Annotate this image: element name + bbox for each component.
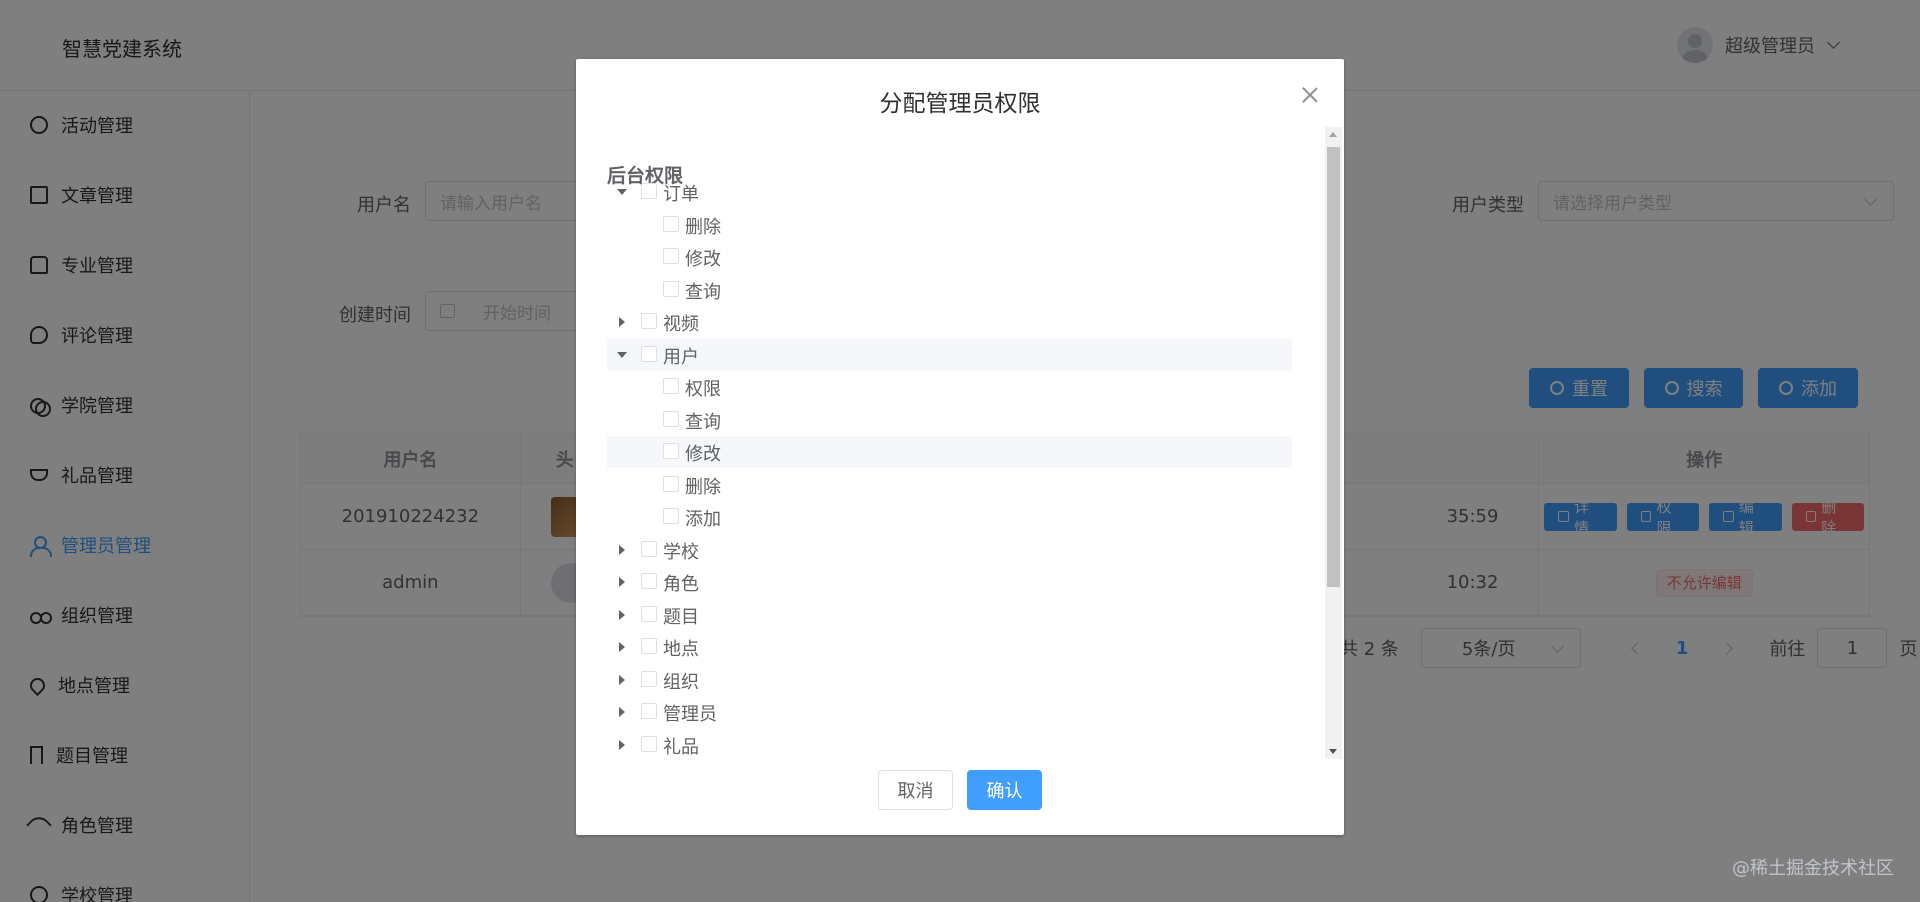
tree-checkbox[interactable] bbox=[641, 541, 657, 557]
tree-node-label: 删除 bbox=[685, 217, 721, 238]
tree-node[interactable]: 订单 bbox=[607, 176, 1292, 208]
tree-node[interactable]: 用户 bbox=[607, 339, 1292, 371]
scroll-up-icon[interactable] bbox=[1329, 132, 1337, 137]
tree-node-label: 题目 bbox=[663, 607, 699, 628]
tree-node[interactable]: 角色 bbox=[607, 566, 1292, 598]
caret-right-icon[interactable] bbox=[619, 675, 625, 685]
tree-node-label: 查询 bbox=[685, 412, 721, 433]
tree-node-label: 地点 bbox=[663, 639, 699, 660]
tree-checkbox[interactable] bbox=[663, 281, 679, 297]
tree-node[interactable]: 查询 bbox=[607, 274, 1292, 306]
tree-node-label: 视频 bbox=[663, 314, 699, 335]
tree-node-label: 管理员 bbox=[663, 704, 717, 725]
tree-node-label: 用户 bbox=[663, 347, 699, 368]
tree-checkbox[interactable] bbox=[663, 411, 679, 427]
tree-node[interactable]: 添加 bbox=[607, 501, 1292, 533]
caret-down-icon[interactable] bbox=[617, 189, 627, 195]
tree-checkbox[interactable] bbox=[663, 476, 679, 492]
tree-checkbox[interactable] bbox=[641, 736, 657, 752]
tree-node[interactable]: 视频 bbox=[607, 306, 1292, 338]
tree-node-label: 礼品 bbox=[663, 737, 699, 758]
tree-checkbox[interactable] bbox=[663, 248, 679, 264]
tree-checkbox[interactable] bbox=[663, 216, 679, 232]
tree-checkbox[interactable] bbox=[641, 671, 657, 687]
tree-node-label: 查询 bbox=[685, 282, 721, 303]
tree-checkbox[interactable] bbox=[663, 443, 679, 459]
tree-node-label: 组织 bbox=[663, 672, 699, 693]
tree-node-label: 权限 bbox=[685, 379, 721, 400]
caret-right-icon[interactable] bbox=[619, 707, 625, 717]
tree-checkbox[interactable] bbox=[641, 573, 657, 589]
tree-node[interactable]: 删除 bbox=[607, 209, 1292, 241]
tree-checkbox[interactable] bbox=[641, 638, 657, 654]
caret-right-icon[interactable] bbox=[619, 740, 625, 750]
watermark: @稀土掘金技术社区 bbox=[1732, 858, 1894, 879]
caret-right-icon[interactable] bbox=[619, 577, 625, 587]
tree-node[interactable]: 礼品 bbox=[607, 729, 1292, 759]
tree-node[interactable]: 学校 bbox=[607, 534, 1292, 566]
tree-node-label: 角色 bbox=[663, 574, 699, 595]
tree-checkbox[interactable] bbox=[641, 703, 657, 719]
tree-node-label: 添加 bbox=[685, 509, 721, 530]
caret-right-icon[interactable] bbox=[619, 642, 625, 652]
tree-node[interactable]: 组织 bbox=[607, 664, 1292, 696]
dialog-title: 分配管理员权限 bbox=[879, 91, 1041, 117]
scrollbar-thumb[interactable] bbox=[1327, 147, 1340, 587]
scrollbar[interactable] bbox=[1325, 127, 1342, 759]
caret-right-icon[interactable] bbox=[619, 545, 625, 555]
tree-node[interactable]: 修改 bbox=[607, 436, 1292, 468]
tree-checkbox[interactable] bbox=[641, 606, 657, 622]
tree-checkbox[interactable] bbox=[641, 313, 657, 329]
caret-down-icon[interactable] bbox=[617, 352, 627, 358]
confirm-button[interactable]: 确认 bbox=[967, 770, 1042, 810]
tree-node[interactable]: 权限 bbox=[607, 371, 1292, 403]
permission-tree: 后台权限 订单 删除 修改 查询 视频 用户 权限 查询 修改 删除 添加 学校 角色 题目 地点 组织 管理员… bbox=[607, 127, 1319, 759]
tree-node-label: 订单 bbox=[663, 184, 699, 205]
tree-checkbox[interactable] bbox=[641, 346, 657, 362]
tree-node[interactable]: 地点 bbox=[607, 631, 1292, 663]
tree-node[interactable]: 修改 bbox=[607, 241, 1292, 273]
tree-checkbox[interactable] bbox=[641, 183, 657, 199]
tree-node-label: 删除 bbox=[685, 477, 721, 498]
tree-node-label: 修改 bbox=[685, 249, 721, 270]
tree-checkbox[interactable] bbox=[663, 378, 679, 394]
tree-node[interactable]: 删除 bbox=[607, 469, 1292, 501]
tree-node[interactable]: 查询 bbox=[607, 404, 1292, 436]
cancel-button[interactable]: 取消 bbox=[878, 770, 953, 810]
tree-node[interactable]: 管理员 bbox=[607, 696, 1292, 728]
close-icon[interactable] bbox=[1302, 87, 1318, 103]
tree-node[interactable]: 题目 bbox=[607, 599, 1292, 631]
scroll-down-icon[interactable] bbox=[1329, 749, 1337, 754]
tree-checkbox[interactable] bbox=[663, 508, 679, 524]
tree-node-label: 修改 bbox=[685, 444, 721, 465]
assign-permission-dialog: 分配管理员权限 后台权限 订单 删除 修改 查询 视频 用户 权限 查询 修改 删除 添加 学校 角色题… bbox=[576, 59, 1344, 835]
tree-node-label: 学校 bbox=[663, 542, 699, 563]
caret-right-icon[interactable] bbox=[619, 610, 625, 620]
caret-right-icon[interactable] bbox=[619, 317, 625, 327]
